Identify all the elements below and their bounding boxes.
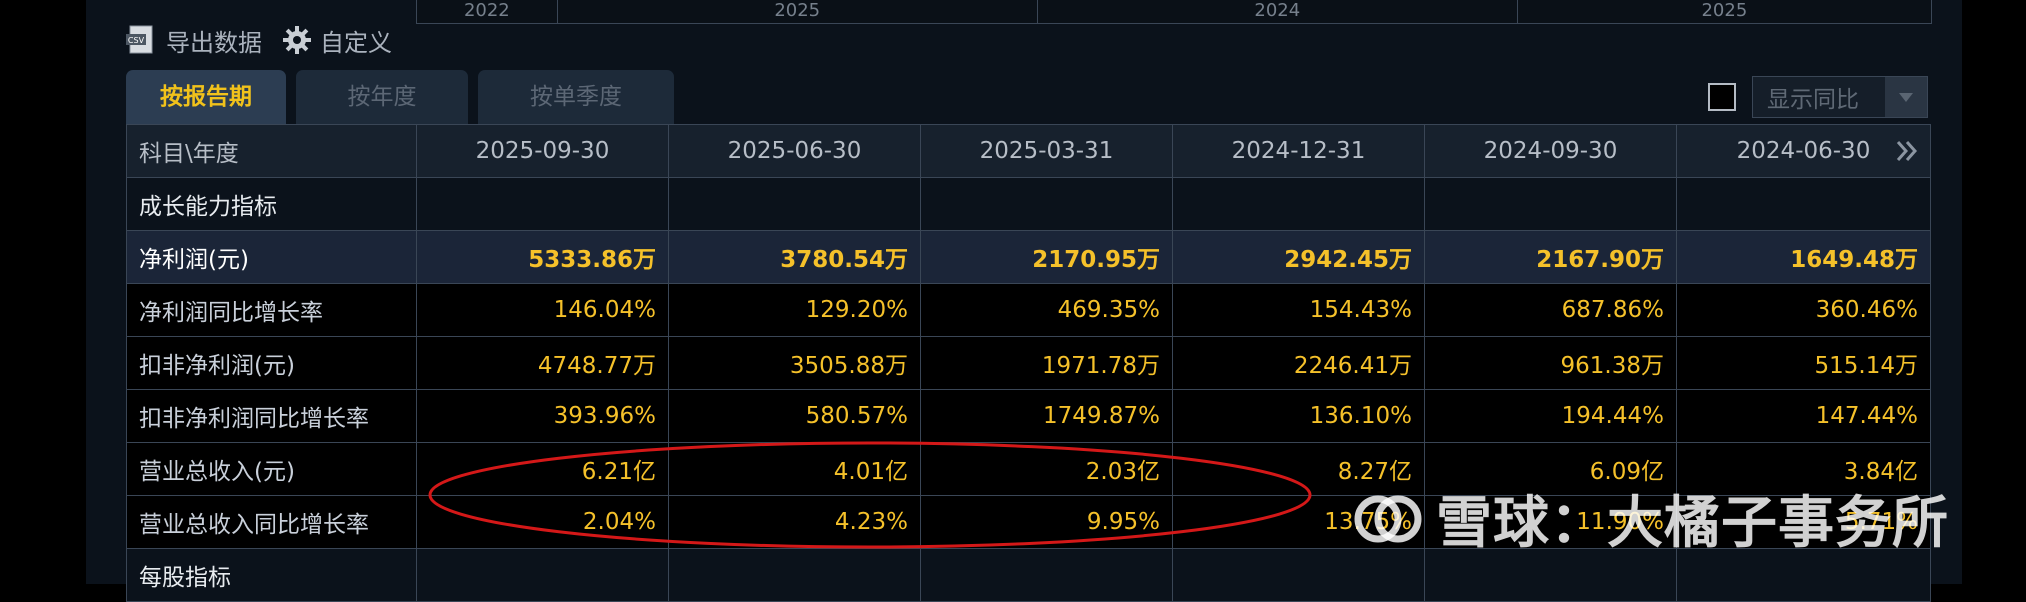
header-date[interactable]: 2024-12-31 bbox=[1172, 124, 1425, 178]
customize-button[interactable]: 自定义 bbox=[282, 23, 392, 58]
gear-icon bbox=[283, 26, 311, 54]
table-cell: 1749.87% bbox=[920, 389, 1173, 443]
table-cell: 360.46% bbox=[1676, 283, 1931, 337]
table-cell: 961.38万 bbox=[1424, 336, 1677, 390]
watermark-text: 雪球：大橘子事务所 bbox=[1436, 491, 1949, 556]
year-cell: 2024 bbox=[1038, 0, 1518, 23]
row-label: 营业总收入同比增长率 bbox=[126, 495, 417, 549]
table-cell bbox=[1172, 177, 1425, 231]
export-data-button[interactable]: CSV 导出数据 bbox=[126, 23, 262, 58]
export-csv-icon: CSV bbox=[126, 25, 153, 54]
table-cell: 393.96% bbox=[416, 389, 669, 443]
yoy-checkbox[interactable] bbox=[1708, 83, 1736, 111]
header-date-last[interactable]: 2024-06-30 bbox=[1676, 124, 1931, 178]
svg-text:CSV: CSV bbox=[128, 36, 145, 45]
table-cell: 2167.90万 bbox=[1424, 230, 1677, 284]
row-label: 净利润(元) bbox=[126, 230, 417, 284]
table-cell: 580.57% bbox=[668, 389, 921, 443]
table-cell bbox=[920, 177, 1173, 231]
double-chevron-right-icon[interactable] bbox=[1894, 138, 1920, 170]
table-cell: 4748.77万 bbox=[416, 336, 669, 390]
table-cell: 3505.88万 bbox=[668, 336, 921, 390]
table-cell: 2246.41万 bbox=[1172, 336, 1425, 390]
year-cell: 2025 bbox=[558, 0, 1038, 23]
dropdown-arrow-icon[interactable] bbox=[1885, 77, 1927, 117]
table-cell bbox=[1676, 177, 1931, 231]
table-cell: 129.20% bbox=[668, 283, 921, 337]
row-label: 每股指标 bbox=[126, 548, 417, 602]
table-cell: 2170.95万 bbox=[920, 230, 1173, 284]
period-tabs: 按报告期 按年度 按单季度 bbox=[126, 70, 674, 124]
table-row[interactable]: 净利润(元) 5333.86万 3780.54万 2170.95万 2942.4… bbox=[126, 230, 1931, 284]
year-cell: 2022 bbox=[417, 0, 558, 23]
row-label: 净利润同比增长率 bbox=[126, 283, 417, 337]
yoy-controls: 显示同比 bbox=[1708, 76, 1928, 118]
header-date[interactable]: 2025-06-30 bbox=[668, 124, 921, 178]
table-cell: 3780.54万 bbox=[668, 230, 921, 284]
tab-by-quarter[interactable]: 按单季度 bbox=[478, 70, 674, 124]
header-subject-year: 科目\年度 bbox=[126, 124, 417, 178]
row-label: 营业总收入(元) bbox=[126, 442, 417, 496]
customize-label: 自定义 bbox=[320, 28, 392, 57]
export-data-label: 导出数据 bbox=[166, 28, 262, 57]
row-label: 扣非净利润(元) bbox=[126, 336, 417, 390]
header-date[interactable]: 2025-09-30 bbox=[416, 124, 669, 178]
row-label: 扣非净利润同比增长率 bbox=[126, 389, 417, 443]
annotation-ellipse bbox=[428, 441, 1312, 549]
table-row[interactable]: 净利润同比增长率 146.04% 129.20% 469.35% 154.43%… bbox=[126, 283, 1931, 337]
table-cell: 146.04% bbox=[416, 283, 669, 337]
header-date[interactable]: 2024-09-30 bbox=[1424, 124, 1677, 178]
yoy-select[interactable]: 显示同比 bbox=[1752, 76, 1928, 118]
table-cell: 1971.78万 bbox=[920, 336, 1173, 390]
table-cell bbox=[668, 177, 921, 231]
table-row[interactable]: 扣非净利润同比增长率 393.96% 580.57% 1749.87% 136.… bbox=[126, 389, 1931, 443]
table-cell: 469.35% bbox=[920, 283, 1173, 337]
table-row[interactable]: 扣非净利润(元) 4748.77万 3505.88万 1971.78万 2246… bbox=[126, 336, 1931, 390]
toolbar: CSV 导出数据 自定义 bbox=[126, 20, 392, 60]
table-cell: 136.10% bbox=[1172, 389, 1425, 443]
watermark: 雪球：大橘子事务所 bbox=[1352, 478, 1949, 559]
row-label: 成长能力指标 bbox=[126, 177, 417, 231]
table-cell: 147.44% bbox=[1676, 389, 1931, 443]
table-cell bbox=[416, 177, 669, 231]
year-cell: 2025 bbox=[1701, 0, 1748, 21]
xueqiu-logo-icon bbox=[1354, 495, 1422, 542]
yoy-select-label: 显示同比 bbox=[1767, 87, 1859, 113]
table-cell: 1649.48万 bbox=[1676, 230, 1931, 284]
table-header-row: 科目\年度 2025-09-30 2025-06-30 2025-03-31 2… bbox=[126, 124, 1931, 178]
year-strip: 2022 2025 2024 2025 bbox=[416, 0, 1932, 24]
table-section-row: 成长能力指标 bbox=[126, 177, 1931, 231]
table-cell: 2942.45万 bbox=[1172, 230, 1425, 284]
table-cell: 687.86% bbox=[1424, 283, 1677, 337]
table-cell: 5333.86万 bbox=[416, 230, 669, 284]
tab-by-year[interactable]: 按年度 bbox=[296, 70, 468, 124]
header-date: 2024-06-30 bbox=[1736, 138, 1871, 164]
tab-by-report-period[interactable]: 按报告期 bbox=[126, 70, 286, 124]
table-cell: 515.14万 bbox=[1676, 336, 1931, 390]
table-cell: 194.44% bbox=[1424, 389, 1677, 443]
table-cell bbox=[1424, 177, 1677, 231]
header-date[interactable]: 2025-03-31 bbox=[920, 124, 1173, 178]
table-cell: 154.43% bbox=[1172, 283, 1425, 337]
